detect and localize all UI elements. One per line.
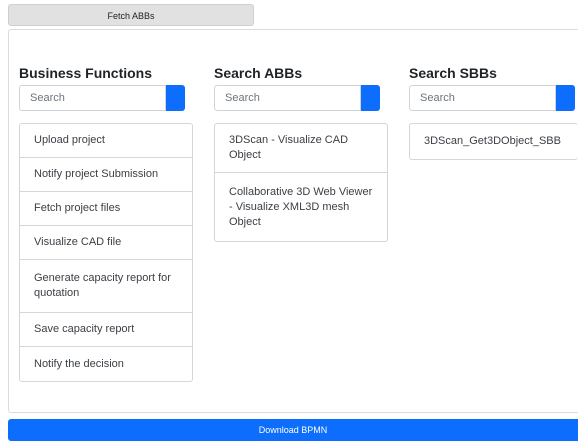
fetch-abbs-button[interactable]: Fetch ABBs (8, 4, 254, 26)
business-functions-search-button[interactable] (166, 85, 185, 111)
business-functions-column: Business Functions (19, 63, 193, 111)
search-sbbs-search-button[interactable] (556, 85, 575, 111)
business-functions-list: Upload project Notify project Submission… (19, 123, 193, 382)
abbs-list: 3DScan - Visualize CAD Object Collaborat… (214, 123, 388, 242)
search-abbs-column: Search ABBs (214, 63, 388, 111)
search-abbs-search-input[interactable] (214, 85, 361, 111)
list-item-notify-the-decision[interactable]: Notify the decision (20, 347, 192, 381)
business-functions-title: Business Functions (19, 65, 153, 81)
list-item-fetch-project-files[interactable]: Fetch project files (20, 192, 192, 226)
search-sbbs-title: Search SBBs (409, 65, 497, 81)
download-bpmn-button[interactable]: Download BPMN (8, 419, 578, 441)
search-abbs-title: Search ABBs (214, 65, 303, 81)
business-functions-search (19, 85, 193, 111)
list-item-generate-capacity-report[interactable]: Generate capacity report for quotation (20, 260, 192, 313)
search-sbbs-search-input[interactable] (409, 85, 556, 111)
business-functions-search-input[interactable] (19, 85, 166, 111)
list-item-collaborative-3d-web-viewer[interactable]: Collaborative 3D Web Viewer - Visualize … (215, 173, 387, 241)
search-sbbs-column: Search SBBs (409, 63, 578, 111)
search-sbbs-search (409, 85, 578, 111)
list-item-notify-project-submission[interactable]: Notify project Submission (20, 158, 192, 192)
list-item-save-capacity-report[interactable]: Save capacity report (20, 313, 192, 347)
search-abbs-search-button[interactable] (361, 85, 380, 111)
list-item-3dscan-get3dobject-sbb[interactable]: 3DScan_Get3DObject_SBB (410, 124, 578, 159)
sbbs-list: 3DScan_Get3DObject_SBB (409, 123, 578, 160)
list-item-visualize-cad-file[interactable]: Visualize CAD file (20, 226, 192, 260)
list-item-3dscan-visualize-cad-object[interactable]: 3DScan - Visualize CAD Object (215, 124, 387, 173)
search-abbs-search (214, 85, 388, 111)
list-item-upload-project[interactable]: Upload project (20, 124, 192, 158)
